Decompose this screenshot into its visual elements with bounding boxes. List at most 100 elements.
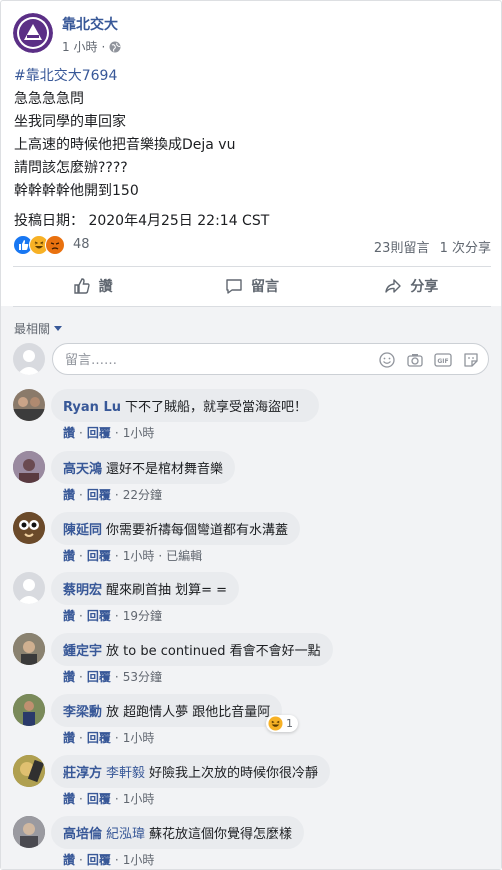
page-avatar[interactable] [13,13,53,53]
commenter-name[interactable]: 鍾定宇 [63,644,102,659]
share-label: 分享 [410,279,439,295]
reaction-summary: 48 23則留言 1 次分享 [13,235,491,256]
post-hashtag[interactable]: #靠北交大7694 [14,65,269,88]
comment-bubble: 陳延同 你需要祈禱每個彎道都有水溝蓋 [51,512,301,545]
comment-like-link[interactable]: 讚 [63,609,75,623]
comment-actions: 讚 · 回覆 · 53分鐘 [63,670,162,684]
post-line: 坐我同學的車回家 [14,114,126,130]
comment-bubble: 高培倫 紀泓瑋 蘇花放這個你覺得怎麼樣 [51,816,305,849]
reaction-count[interactable]: 48 [73,237,90,252]
post-time[interactable]: 1 小時 [62,38,97,55]
commenter-name[interactable]: 高培倫 [63,827,102,842]
comment-bubble: 高天鴻 還好不是棺材舞音樂 [51,451,236,484]
commenter-name[interactable]: 高天鴻 [63,462,102,477]
comment-reply-link[interactable]: 回覆 [87,426,111,440]
comment-edited-label[interactable]: 已編輯 [166,549,202,563]
commenter-avatar[interactable] [13,755,45,787]
comment-sort-dropdown[interactable]: 最相關 [14,320,63,337]
commenter-name[interactable]: 李梁勳 [63,705,102,720]
post-date: 投稿日期： 2020年4月25日 22:14 CST [14,213,270,229]
comment-reply-link[interactable]: 回覆 [87,488,111,502]
commenter-avatar[interactable] [13,633,45,665]
comment-reply-link[interactable]: 回覆 [87,670,111,684]
engagement-stats: 23則留言 1 次分享 [374,237,491,256]
comment-like-link[interactable]: 讚 [63,426,75,440]
comment-bubble: 莊淳方 李軒毅 好險我上次放的時候你很冷靜 [51,755,331,788]
post-body: #靠北交大7694 急急急急問 坐我同學的車回家 上高速的時候他把音樂換成Dej… [14,65,269,233]
comment-button[interactable]: 留言 [172,267,331,305]
comment-actions: 讚 · 回覆 · 1小時 [63,792,155,806]
page-name[interactable]: 靠北交大 [62,14,118,34]
comment-reply-link[interactable]: 回覆 [87,609,111,623]
comment-time[interactable]: 53分鐘 [123,670,162,684]
dot-separator: · [101,39,106,54]
comment-count[interactable]: 23則留言 [374,241,430,256]
comment-time[interactable]: 19分鐘 [123,609,162,623]
angry-reaction-icon [45,235,65,255]
comment-reply-link[interactable]: 回覆 [87,853,111,867]
globe-icon[interactable] [109,41,121,53]
commenter-avatar[interactable] [13,694,45,726]
commenter-avatar[interactable] [13,512,45,544]
comment-like-link[interactable]: 讚 [63,549,75,563]
share-count[interactable]: 1 次分享 [440,241,491,256]
commenter-name[interactable]: 莊淳方 [63,766,102,781]
post-card: 靠北交大 1 小時 · #靠北交大7694 急急急急問 坐我同學的車回家 上高速… [0,0,502,870]
commenter-name[interactable]: 陳延同 [63,523,102,538]
comment-bubble: 蔡明宏 醒來刷首抽 划算= = [51,572,240,605]
commenter-name[interactable]: 蔡明宏 [63,583,102,598]
comment-reaction-count: 1 [286,717,293,730]
like-label: 讚 [98,279,113,295]
comment-text: 醒來刷首抽 划算= = [106,583,228,598]
comment-like-link[interactable]: 讚 [63,670,75,684]
commenter-avatar[interactable] [13,816,45,848]
post-line: 上高速的時候他把音樂換成Deja vu [14,137,236,153]
comment-time[interactable]: 1小時 [123,549,155,563]
tagged-user[interactable]: 李軒毅 [106,766,145,781]
camera-icon[interactable] [406,351,424,369]
comment-reply-link[interactable]: 回覆 [87,549,111,563]
comment-reaction-badge[interactable]: 1 [266,715,298,732]
share-icon [385,279,402,293]
share-button[interactable]: 分享 [332,267,491,305]
tagged-user[interactable]: 紀泓瑋 [106,827,145,842]
divider [13,306,491,307]
comment-input[interactable] [63,350,357,370]
commenter-avatar[interactable] [13,451,45,483]
comment-time[interactable]: 1小時 [123,731,155,745]
post-line: 幹幹幹幹他開到150 [14,183,139,199]
emoji-icon[interactable] [378,351,396,369]
commenter-name[interactable]: Ryan Lu [63,400,121,415]
comment-bubble: 鍾定宇放 to be continued 看會不會好一點 [51,633,333,666]
caret-down-icon [54,325,63,331]
comment-input-icons: GIF [378,351,480,369]
action-bar: 讚 留言 分享 [13,267,491,305]
comment-bubble: Ryan Lu 下不了賊船，就享受當海盜吧！ [51,389,320,422]
comment-bubble: 李梁勳放 超跑情人夢 跟他比音量阿 [51,694,283,727]
comment-input-box[interactable]: GIF [52,343,489,375]
sort-label: 最相關 [14,322,51,336]
comment-text: 下不了賊船，就享受當海盜吧！ [125,400,308,415]
comment-text: 好險我上次放的時候你很冷靜 [149,766,319,781]
sticker-icon[interactable] [462,351,480,369]
comments-section: 最相關 GIF [1,306,501,869]
comment-like-link[interactable]: 讚 [63,488,75,502]
comment-time[interactable]: 1小時 [123,426,155,440]
gif-icon[interactable]: GIF [434,351,452,369]
commenter-avatar[interactable] [13,572,45,604]
comment-time[interactable]: 22分鐘 [123,488,162,502]
comment-like-link[interactable]: 讚 [63,792,75,806]
comment-reply-link[interactable]: 回覆 [87,731,111,745]
comment-like-link[interactable]: 讚 [63,731,75,745]
svg-text:GIF: GIF [437,358,448,365]
comment-text: 放 超跑情人夢 跟他比音量阿 [106,705,271,720]
comment-like-link[interactable]: 讚 [63,853,75,867]
reaction-icons[interactable] [13,235,65,255]
page-logo-icon [13,13,53,53]
comment-reply-link[interactable]: 回覆 [87,792,111,806]
commenter-avatar[interactable] [13,389,45,421]
like-button[interactable]: 讚 [13,267,172,305]
comment-time[interactable]: 1小時 [123,853,155,867]
post-meta: 1 小時 · [62,38,121,55]
comment-time[interactable]: 1小時 [123,792,155,806]
